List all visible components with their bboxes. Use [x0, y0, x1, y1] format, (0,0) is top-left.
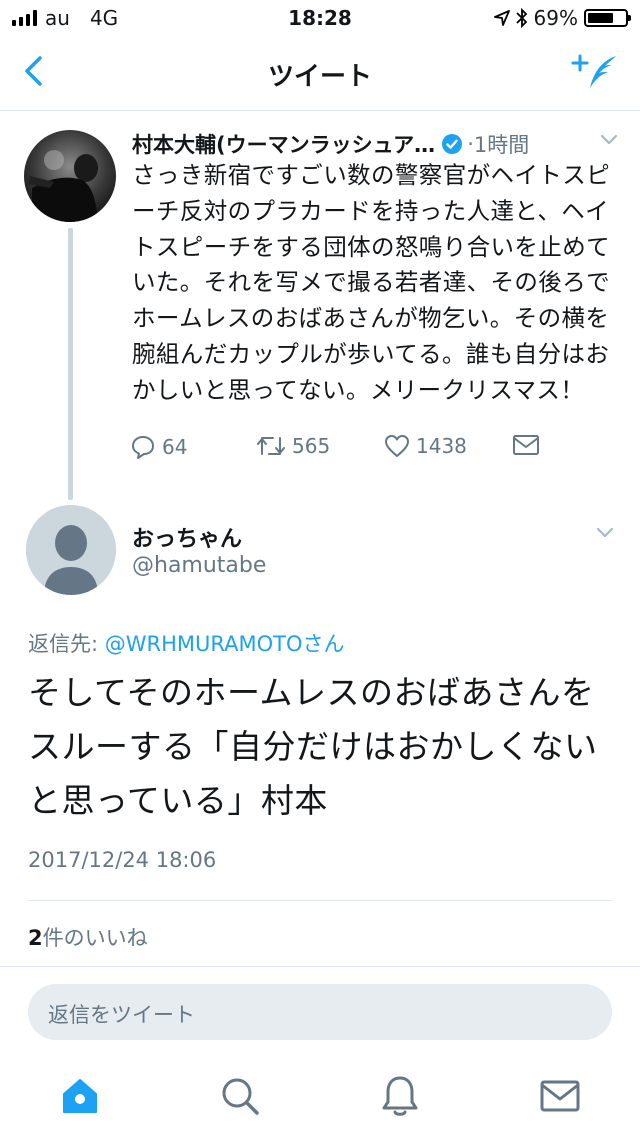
- verified-badge-icon: [442, 134, 463, 154]
- search-icon[interactable]: [216, 1072, 264, 1120]
- like-count: 1438: [416, 434, 467, 458]
- battery-icon: [584, 9, 631, 27]
- reply-placeholder: 返信をツイート: [48, 1003, 195, 1027]
- focused-tweet-text: そしてそのホームレスのおばあさんをスルーする「自分だけはおかしくないと思っている…: [28, 673, 598, 820]
- notifications-bell-icon[interactable]: [376, 1072, 424, 1120]
- location-icon: [493, 10, 510, 26]
- likes-count: 2: [28, 926, 43, 950]
- reply-input[interactable]: 返信をツイート: [28, 984, 612, 1040]
- envelope-icon: [513, 435, 539, 455]
- heart-icon: [385, 435, 409, 457]
- reply-prefix: 返信先:: [28, 632, 105, 656]
- time-separator: ·: [467, 132, 474, 156]
- author-handle[interactable]: @hamutabe: [132, 553, 266, 578]
- divider: [28, 900, 612, 901]
- tweet-age: 1時間: [473, 133, 530, 157]
- nav-bar: ツイート: [0, 36, 640, 111]
- avatar[interactable]: [24, 130, 116, 222]
- like-action[interactable]: 1438: [384, 434, 467, 458]
- default-avatar-icon[interactable]: [26, 505, 116, 595]
- retweet-count: 565: [292, 434, 331, 458]
- reply-count: 64: [162, 435, 188, 459]
- reply-context: 返信先: @WRHMURAMOTOさん: [28, 628, 345, 658]
- battery-fill: [588, 13, 613, 23]
- author-name[interactable]: 村本大輔(ウーマンラッシュア…: [132, 129, 435, 159]
- author-name[interactable]: おっちゃん: [132, 521, 242, 553]
- status-right: 69%: [493, 6, 631, 30]
- retweet-action[interactable]: 565: [256, 434, 330, 458]
- tweet-actions: 64 565 1438: [130, 430, 550, 470]
- retweet-icon: [257, 437, 285, 455]
- home-icon[interactable]: [56, 1072, 104, 1120]
- chevron-down-icon[interactable]: [596, 527, 614, 539]
- mention-link[interactable]: @WRHMURAMOTOさん: [105, 632, 345, 656]
- divider: [0, 966, 640, 967]
- bluetooth-icon: [515, 8, 527, 28]
- likes-label: 件のいいね: [42, 926, 148, 950]
- reply-icon: [132, 436, 154, 459]
- compose-tweet-icon[interactable]: [570, 50, 620, 94]
- battery-percent: 69%: [533, 6, 578, 30]
- reply-action[interactable]: 64: [130, 434, 187, 460]
- messages-envelope-icon[interactable]: [536, 1072, 584, 1120]
- page-title: ツイート: [267, 62, 372, 92]
- tweet-header: 村本大輔(ウーマンラッシュア… · 1時間: [132, 128, 622, 160]
- tweet-text: さっき新宿ですごい数の警察官がヘイトスピーチ反対のプラカードを持った人達と、ヘイ…: [132, 161, 610, 404]
- tweet-timestamp: 2017/12/24 18:06: [28, 848, 217, 872]
- direct-message-action[interactable]: [512, 434, 540, 456]
- status-bar: au 4G 18:28 69%: [0, 0, 640, 36]
- chevron-down-icon[interactable]: [600, 134, 618, 146]
- likes-summary[interactable]: 2件のいいね: [28, 922, 148, 952]
- tab-bar: [0, 1060, 640, 1138]
- thread-connector: [68, 228, 73, 500]
